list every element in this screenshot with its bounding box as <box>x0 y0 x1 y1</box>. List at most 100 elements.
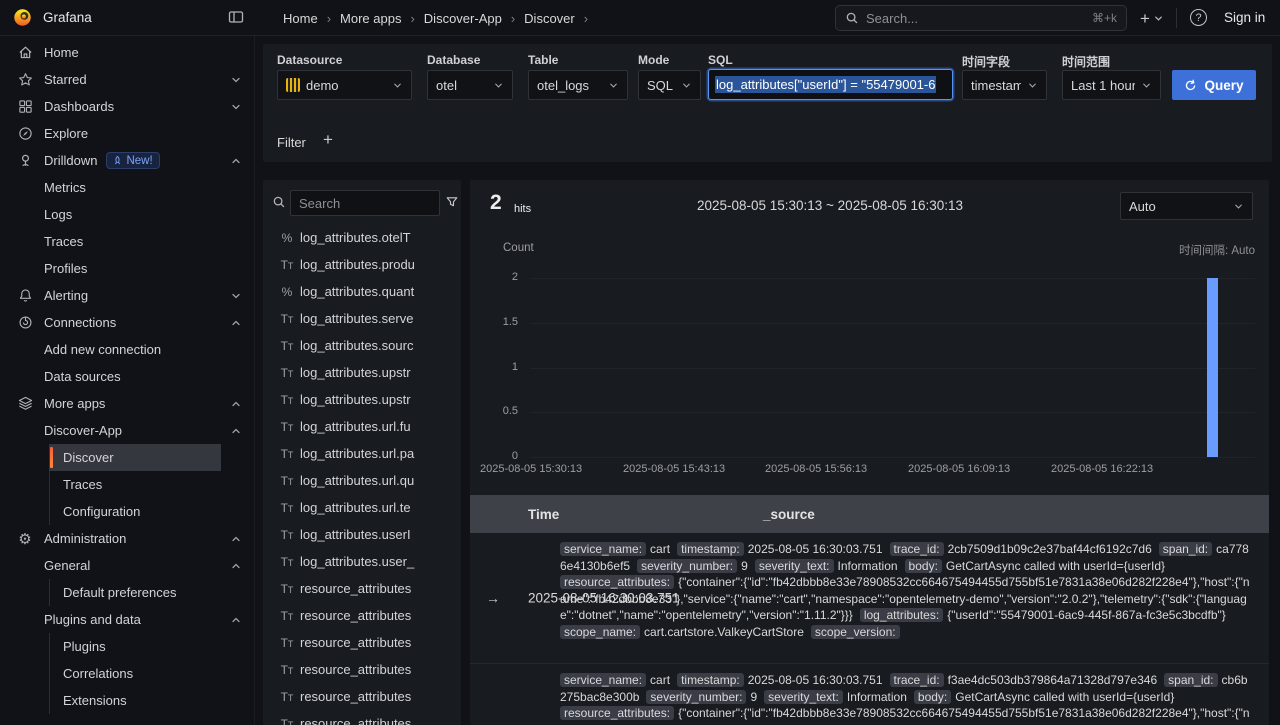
database-label: Database <box>427 53 480 67</box>
breadcrumb-discover[interactable]: Discover <box>524 11 575 26</box>
sidebar-item-metrics[interactable]: Metrics <box>0 174 254 201</box>
sidebar-item-explore[interactable]: Explore <box>0 120 254 147</box>
breadcrumb-home[interactable]: Home <box>283 11 318 26</box>
mode-select[interactable]: SQL <box>638 70 701 100</box>
sidebar-toggle-icon[interactable] <box>228 9 244 25</box>
source-value: 9 <box>741 559 748 573</box>
breadcrumb-discover-app[interactable]: Discover-App <box>424 11 502 26</box>
plus-icon: + <box>1140 10 1150 27</box>
interval-caption: 时间间隔: Auto <box>1179 242 1255 258</box>
x-tick: 2025-08-05 15:56:13 <box>765 463 867 475</box>
text-field-icon: TT <box>277 528 297 542</box>
search-shortcut: ⌘+k <box>1092 11 1117 25</box>
global-search-input[interactable]: Search... ⌘+k <box>835 5 1127 31</box>
results-panel: 2 hits 2025-08-05 15:30:13 ~ 2025-08-05 … <box>470 180 1269 725</box>
field-item[interactable]: TTlog_attributes.sourc <box>263 332 461 359</box>
field-item[interactable]: TTresource_attributes <box>263 656 461 683</box>
sidebar-item-configuration[interactable]: Configuration <box>49 498 221 525</box>
sidebar-item-administration[interactable]: ⚙ Administration <box>0 525 254 552</box>
query-button[interactable]: Query <box>1172 70 1256 100</box>
source-key: resource_attributes: <box>560 706 674 720</box>
fields-panel: %log_attributes.otelT TTlog_attributes.p… <box>263 180 461 725</box>
sql-input[interactable]: log_attributes["userId"] = "55479001-6 <box>708 69 953 100</box>
source-value: 2025-08-05 16:30:03.751 <box>748 673 883 687</box>
table-select[interactable]: otel_logs <box>528 70 628 100</box>
text-field-icon: TT <box>277 717 297 725</box>
field-item[interactable]: TTlog_attributes.upstr <box>263 386 461 413</box>
field-item[interactable]: TTresource_attributes <box>263 575 461 602</box>
field-item[interactable]: TTlog_attributes.serve <box>263 305 461 332</box>
table-row[interactable]: → 2025-08-05 16:30:03.751 service_name:c… <box>470 533 1269 664</box>
sidebar-item-logs[interactable]: Logs <box>0 201 254 228</box>
bell-icon <box>16 287 34 305</box>
field-item[interactable]: TTlog_attributes.user_ <box>263 548 461 575</box>
field-item[interactable]: TTresource_attributes <box>263 629 461 656</box>
field-item[interactable]: %log_attributes.quant <box>263 278 461 305</box>
sidebar-item-default-preferences[interactable]: Default preferences <box>49 579 221 606</box>
field-item[interactable]: TTlog_attributes.userI <box>263 521 461 548</box>
table-row[interactable]: service_name:carttimestamp:2025-08-05 16… <box>470 664 1269 725</box>
sidebar-item-dashboards[interactable]: Dashboards <box>0 93 254 120</box>
grafana-brand[interactable]: Grafana <box>12 7 92 28</box>
sidebar-item-discover-app[interactable]: Discover-App <box>0 417 254 444</box>
sidebar-item-more-apps[interactable]: More apps <box>0 390 254 417</box>
time-field-select[interactable]: timestamp <box>962 70 1047 100</box>
filter-funnel-icon[interactable] <box>445 195 459 209</box>
sidebar-item-plugins-and-data[interactable]: Plugins and data <box>0 606 254 633</box>
text-field-icon: TT <box>277 393 297 407</box>
field-item[interactable]: %log_attributes.otelT <box>263 224 461 251</box>
histogram-bar[interactable] <box>1207 278 1218 457</box>
sidebar-item-profiles[interactable]: Profiles <box>0 255 254 282</box>
field-item[interactable]: TTresource_attributes <box>263 683 461 710</box>
gear-icon: ⚙ <box>16 530 34 548</box>
histogram-chart[interactable]: 2 1.5 1 0.5 0 2025-08-05 15:30:13 2025-0… <box>470 270 1255 470</box>
source-value: 9 <box>750 690 757 704</box>
new-badge: New! <box>106 152 159 169</box>
y-tick: 0.5 <box>478 405 518 417</box>
sidebar-item-plugins[interactable]: Plugins <box>49 633 221 660</box>
sidebar-item-traces[interactable]: Traces <box>0 228 254 255</box>
sidebar-item-correlations[interactable]: Correlations <box>49 660 221 687</box>
breadcrumb-more-apps[interactable]: More apps <box>340 11 401 26</box>
field-search-input[interactable] <box>290 190 440 216</box>
datasource-select[interactable]: demo <box>277 70 412 100</box>
interval-select[interactable]: Auto <box>1120 192 1253 220</box>
sidebar-item-connections[interactable]: Connections <box>0 309 254 336</box>
sidebar-item-discover[interactable]: Discover <box>49 444 221 471</box>
chevron-up-icon <box>230 317 242 329</box>
sidebar-item-add-new-connection[interactable]: Add new connection <box>0 336 254 363</box>
sidebar-item-extensions[interactable]: Extensions <box>49 687 221 714</box>
sidebar-item-general[interactable]: General <box>0 552 254 579</box>
field-item[interactable]: TTlog_attributes.url.fu <box>263 413 461 440</box>
sign-in-button[interactable]: Sign in <box>1224 10 1265 25</box>
chevron-down-icon <box>1153 13 1164 24</box>
new-menu-button[interactable]: + <box>1140 5 1164 31</box>
field-item[interactable]: TTlog_attributes.produ <box>263 251 461 278</box>
time-range-select[interactable]: Last 1 hour <box>1062 70 1161 100</box>
sidebar-item-label: Administration <box>44 531 126 546</box>
sql-label: SQL <box>708 53 733 67</box>
sidebar: Home Starred Dashboards Explore <box>0 36 255 725</box>
sidebar-item-discover-traces[interactable]: Traces <box>49 471 221 498</box>
chevron-down-icon <box>392 80 403 91</box>
database-select[interactable]: otel <box>427 70 513 100</box>
field-item[interactable]: TTlog_attributes.url.pa <box>263 440 461 467</box>
add-filter-button[interactable]: + <box>323 130 333 150</box>
top-navbar: Grafana Home › More apps › Discover-App … <box>0 0 1280 36</box>
field-item[interactable]: TTlog_attributes.url.te <box>263 494 461 521</box>
field-item[interactable]: TTlog_attributes.upstr <box>263 359 461 386</box>
help-icon[interactable]: ? <box>1190 9 1207 26</box>
field-item[interactable]: TTlog_attributes.url.qu <box>263 467 461 494</box>
sidebar-item-data-sources[interactable]: Data sources <box>0 363 254 390</box>
sidebar-item-starred[interactable]: Starred <box>0 66 254 93</box>
field-item[interactable]: TTresource_attributes <box>263 602 461 629</box>
mode-label: Mode <box>638 53 669 67</box>
sidebar-item-drilldown[interactable]: Drilldown New! <box>0 147 254 174</box>
expand-row-icon[interactable]: → <box>486 590 500 606</box>
text-field-icon: TT <box>277 663 297 677</box>
source-key: severity_text: <box>764 690 843 704</box>
sidebar-item-home[interactable]: Home <box>0 39 254 66</box>
field-item[interactable]: TTresource_attributes <box>263 710 461 725</box>
sidebar-item-alerting[interactable]: Alerting <box>0 282 254 309</box>
source-key: trace_id: <box>890 673 944 687</box>
